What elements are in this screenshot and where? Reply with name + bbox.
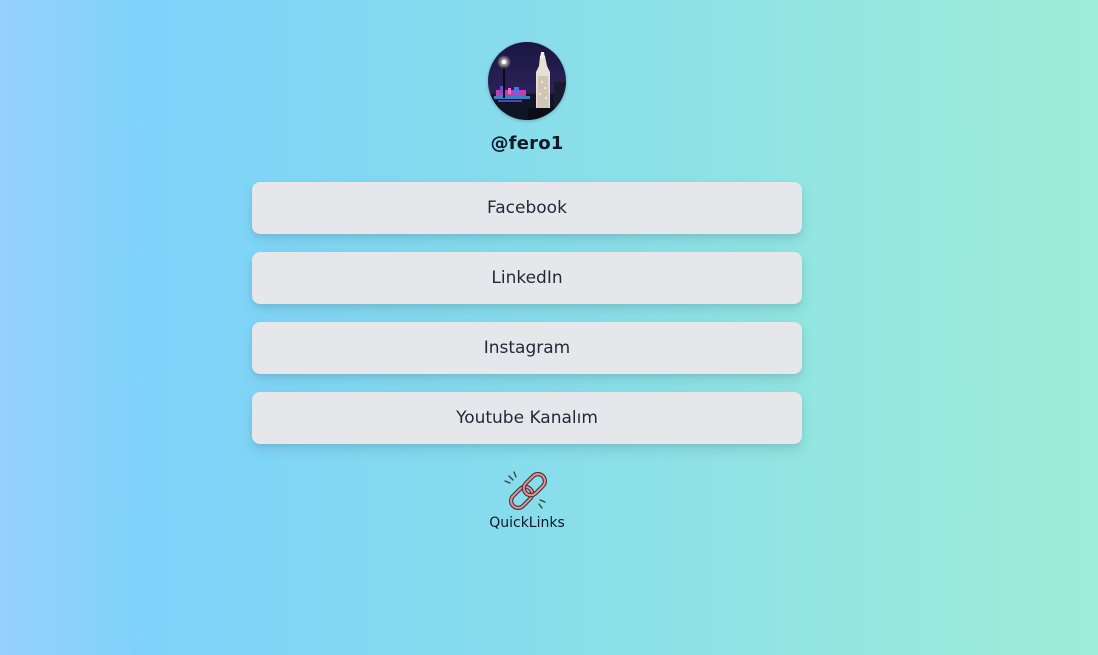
avatar — [488, 42, 566, 120]
instagram-link-button[interactable]: Instagram — [252, 322, 802, 374]
profile-header: @fero1 — [0, 42, 1054, 154]
facebook-link-button[interactable]: Facebook — [252, 182, 802, 234]
username: @fero1 — [490, 133, 564, 154]
linkedin-link-button[interactable]: LinkedIn — [252, 252, 802, 304]
youtube-link-button[interactable]: Youtube Kanalım — [252, 392, 802, 444]
footer-brand[interactable]: QuickLinks — [0, 466, 1054, 531]
brand-name: QuickLinks — [489, 515, 565, 531]
night-city-photo-avatar-icon — [488, 42, 566, 120]
link-list: Facebook LinkedIn Instagram Youtube Kana… — [252, 182, 802, 462]
chain-link-icon — [502, 466, 552, 514]
